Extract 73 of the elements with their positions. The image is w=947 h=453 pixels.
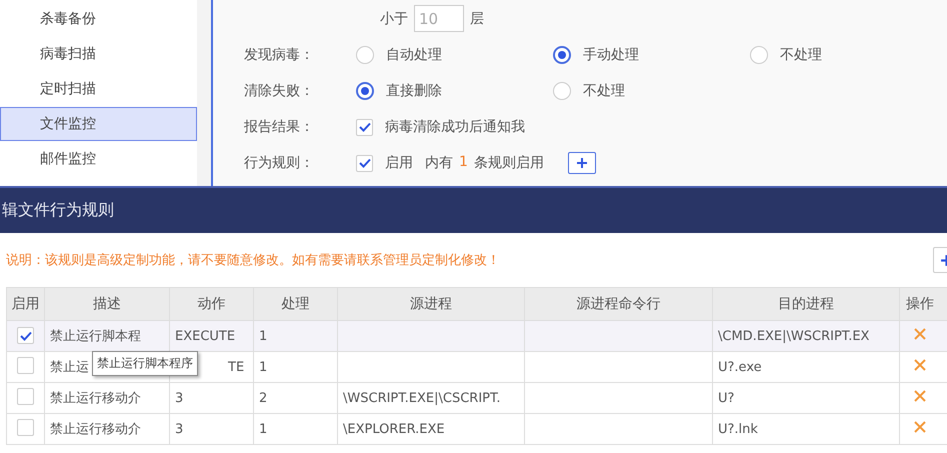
checkbox[interactable] bbox=[356, 154, 373, 172]
table-cell: EXECUTE bbox=[175, 328, 236, 344]
delete-icon[interactable] bbox=[914, 328, 926, 340]
check-icon bbox=[20, 330, 32, 341]
rule-count-prefix: 内有 bbox=[425, 154, 453, 172]
table-cell: 2 bbox=[259, 390, 268, 406]
column-header: 源进程 bbox=[338, 288, 524, 320]
table-cell: 3 bbox=[175, 422, 184, 436]
checkbox[interactable] bbox=[356, 118, 373, 136]
checkbox-label: 病毒清除成功后通知我 bbox=[385, 118, 525, 136]
table-cell: 1 bbox=[259, 422, 268, 436]
table-cell: \CMD.EXE|\WSCRIPT.EX bbox=[718, 328, 870, 344]
rule-count-suffix: 条规则启用 bbox=[474, 154, 544, 172]
table-cell: 禁止运 bbox=[50, 360, 89, 375]
table-cell: 禁止运行移动介 bbox=[50, 422, 141, 437]
sidebar-item[interactable]: 文件监控 bbox=[0, 107, 198, 141]
table-cell: \EXPLORER.EXE bbox=[343, 422, 445, 436]
radio-button[interactable] bbox=[553, 82, 571, 100]
column-header: 目的进程 bbox=[712, 288, 900, 320]
radio-label: 自动处理 bbox=[386, 46, 442, 64]
layer-suffix: 层 bbox=[470, 10, 484, 28]
table-cell: \WSCRIPT.EXE|\CSCRIPT. bbox=[343, 390, 501, 406]
table-cell: U?.exe bbox=[718, 360, 762, 374]
delete-icon[interactable] bbox=[914, 421, 926, 433]
setting-label: 行为规则： bbox=[244, 154, 315, 172]
radio-button[interactable] bbox=[553, 46, 571, 64]
check-icon bbox=[358, 158, 370, 168]
layer-prefix: 小于 bbox=[380, 10, 408, 28]
delete-icon[interactable] bbox=[914, 390, 926, 402]
checkbox[interactable] bbox=[17, 327, 34, 344]
rule-count: 1 bbox=[459, 154, 468, 172]
radio-button[interactable] bbox=[750, 46, 768, 64]
dialog-title: 辑文件行为规则 bbox=[2, 200, 114, 221]
radio-label: 不处理 bbox=[583, 82, 625, 100]
plus-icon bbox=[576, 157, 588, 169]
table-cell: 禁止运行脚本程 bbox=[50, 329, 141, 344]
table-cell: 1 bbox=[259, 360, 268, 374]
table-row[interactable]: 禁止运行移动介 3 1 \EXPLORER.EXE U?.lnk bbox=[6, 414, 947, 444]
radio-label: 直接删除 bbox=[386, 82, 442, 100]
checkbox[interactable] bbox=[17, 356, 34, 374]
sidebar-item[interactable]: 病毒扫描 bbox=[0, 37, 198, 71]
setting-label: 报告结果： bbox=[244, 118, 315, 136]
checkbox[interactable] bbox=[17, 388, 34, 404]
table-cell: TE bbox=[228, 360, 244, 374]
column-header: 动作 bbox=[170, 288, 254, 320]
column-header: 处理 bbox=[254, 288, 338, 320]
check-icon bbox=[358, 122, 370, 132]
radio-button[interactable] bbox=[356, 82, 374, 100]
table-cell: 3 bbox=[175, 390, 184, 406]
column-header: 操作 bbox=[900, 288, 947, 320]
table-cell: 禁止运行移动介 bbox=[50, 391, 141, 406]
sidebar-item[interactable]: 邮件监控 bbox=[0, 142, 198, 176]
column-header: 源进程命令行 bbox=[524, 288, 712, 320]
table-row[interactable]: 禁止运行脚本程 EXECUTE 1 \CMD.EXE|\WSCRIPT.EX bbox=[6, 320, 947, 352]
radio-button[interactable] bbox=[356, 46, 374, 64]
add-rule-button[interactable] bbox=[568, 152, 596, 174]
column-header: 描述 bbox=[44, 288, 170, 320]
setting-label: 清除失败： bbox=[244, 82, 315, 100]
table-cell: U?.lnk bbox=[718, 422, 758, 436]
delete-icon[interactable] bbox=[914, 359, 926, 371]
table-cell: U? bbox=[718, 390, 734, 406]
setting-label: 发现病毒： bbox=[244, 46, 315, 64]
checkbox[interactable] bbox=[17, 418, 34, 436]
tooltip: 禁止运行脚本程序 bbox=[92, 351, 198, 376]
sidebar-item[interactable]: 定时扫描 bbox=[0, 72, 198, 106]
sidebar-item[interactable]: 杀毒备份 bbox=[0, 2, 198, 36]
table-row[interactable]: 禁止运行移动介 3 2 \WSCRIPT.EXE|\CSCRIPT. U? bbox=[6, 382, 947, 414]
radio-label: 不处理 bbox=[780, 46, 822, 64]
radio-label: 手动处理 bbox=[583, 46, 639, 64]
column-header: 启用 bbox=[6, 288, 44, 320]
checkbox-label: 启用 bbox=[385, 154, 413, 172]
table-cell: 1 bbox=[259, 328, 268, 344]
notice-text: 说明：该规则是高级定制功能，请不要随意修改。如有需要请联系管理员定制化修改！ bbox=[6, 252, 500, 269]
